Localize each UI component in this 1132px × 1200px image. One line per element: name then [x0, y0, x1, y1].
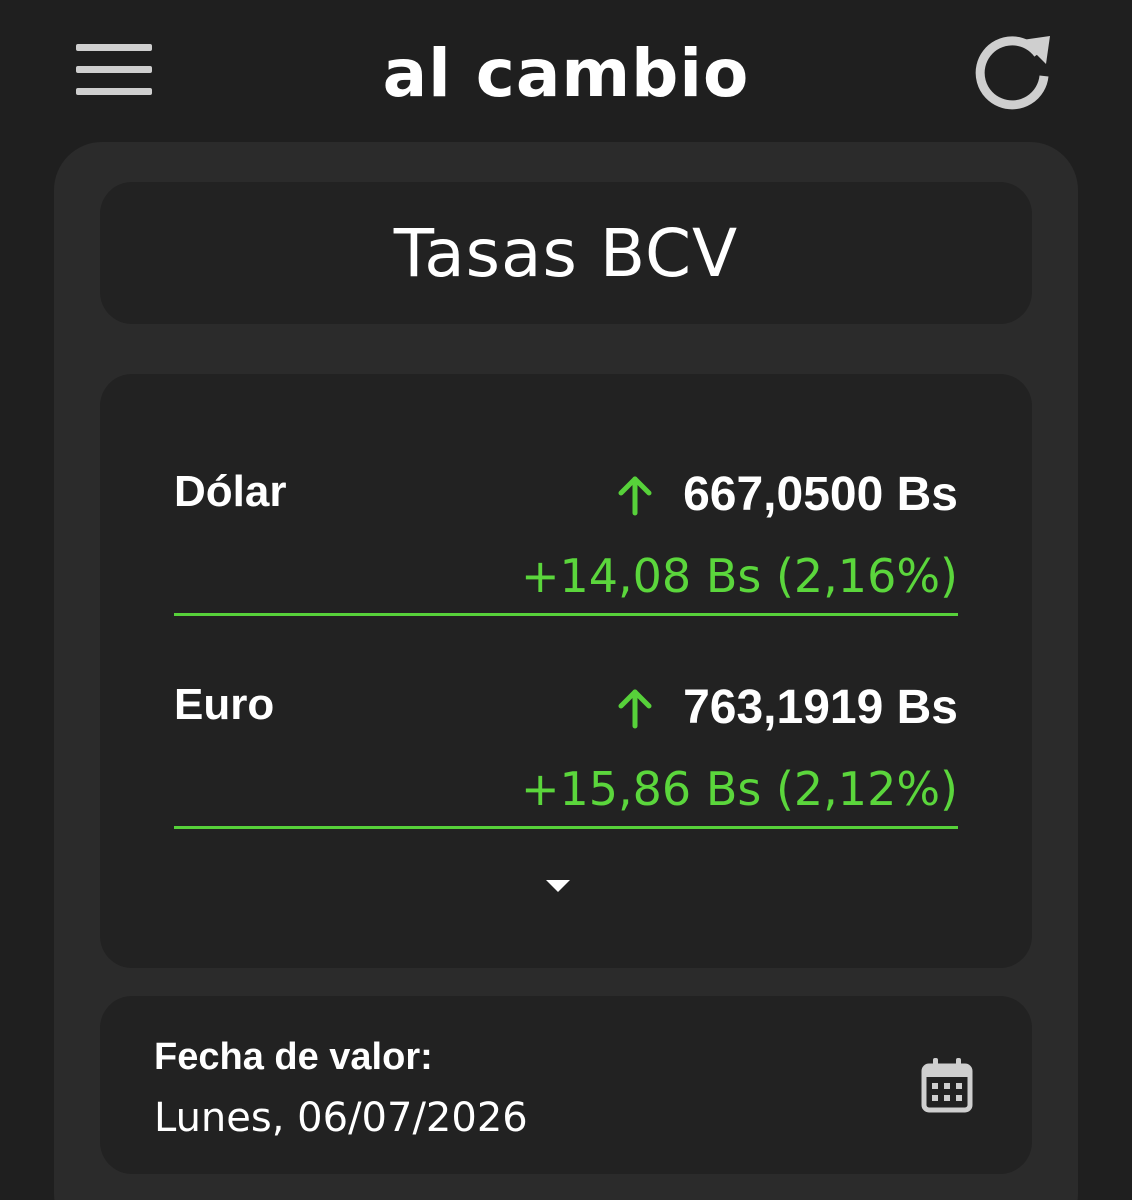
rate-value-line: 763,1919 Bs — [615, 677, 958, 739]
rate-row-dolar[interactable]: Dólar 667,0500 Bs +14,08 Bs (2,16%) — [174, 404, 958, 616]
rate-name: Dólar — [174, 467, 287, 516]
arrow-up-icon — [618, 689, 652, 729]
rate-name: Euro — [174, 680, 275, 729]
rate-change: +15,86 Bs (2,12%) — [520, 762, 958, 816]
caret-down-icon — [546, 880, 570, 892]
page-title: Tasas BCV — [393, 214, 739, 292]
expand-rates-button[interactable] — [544, 878, 572, 894]
rate-row-euro[interactable]: Euro 763,1919 Bs +15,86 Bs (2,12%) — [174, 617, 958, 829]
rate-change: +14,08 Bs (2,16%) — [520, 549, 958, 603]
rate-value: 763,1919 Bs — [683, 681, 958, 734]
rate-value-line: 667,0500 Bs — [615, 464, 958, 526]
value-date-card[interactable]: Fecha de valor: Lunes, 06/07/2026 — [100, 996, 1032, 1174]
arrow-up-icon — [618, 476, 652, 516]
app-screen: al cambio Tasas BCV Dólar 667,0500 Bs +1… — [0, 0, 1132, 1200]
app-header: al cambio — [0, 0, 1132, 140]
rate-value: 667,0500 Bs — [683, 468, 958, 521]
value-date: Lunes, 06/07/2026 — [154, 1095, 528, 1141]
refresh-icon — [975, 36, 1050, 110]
app-logo: al cambio — [382, 35, 750, 112]
refresh-button[interactable] — [974, 30, 1056, 112]
value-date-label: Fecha de valor: — [154, 1036, 433, 1078]
calendar-icon — [921, 1058, 973, 1113]
title-card: Tasas BCV — [100, 182, 1032, 324]
calendar-button[interactable] — [920, 1056, 974, 1114]
